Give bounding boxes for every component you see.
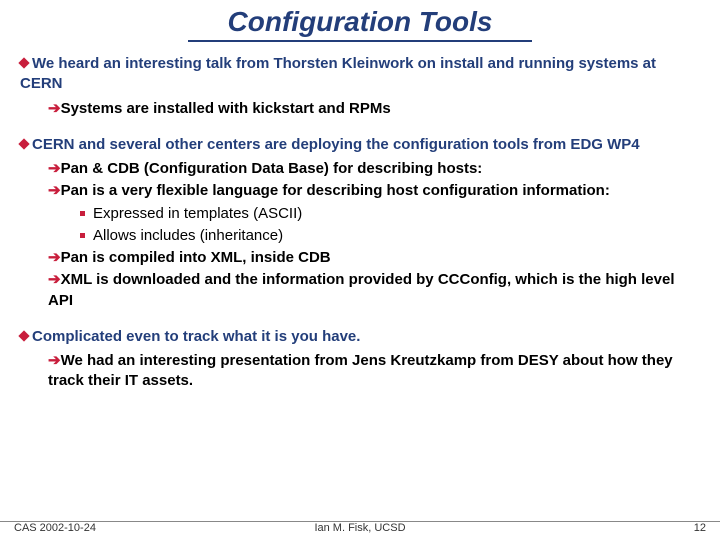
bullet-3-text: Complicated even to track what it is you… [32, 328, 360, 345]
subbullet-3-1: ➔We had an interesting presentation from… [20, 351, 700, 392]
block-2: CERN and several other centers are deplo… [20, 135, 700, 311]
diamond-icon [18, 138, 29, 149]
subbullet-2-2-text: Pan is a very flexible language for desc… [61, 182, 610, 199]
arrow-icon: ➔ [48, 160, 61, 177]
subbullet-2-1: ➔Pan & CDB (Configuration Data Base) for… [20, 159, 700, 179]
footer: CAS 2002-10-24 Ian M. Fisk, UCSD 12 [0, 521, 720, 534]
subbullet-2-2: ➔Pan is a very flexible language for des… [20, 181, 700, 201]
subbullet-2-1-text: Pan & CDB (Configuration Data Base) for … [61, 160, 483, 177]
subbullet-2-4: ➔XML is downloaded and the information p… [20, 270, 700, 311]
subbullet-2-3: ➔Pan is compiled into XML, inside CDB [20, 248, 700, 268]
bullet-3: Complicated even to track what it is you… [20, 327, 700, 347]
block-3: Complicated even to track what it is you… [20, 327, 700, 392]
subbullet-1-1: ➔Systems are installed with kickstart an… [20, 99, 700, 119]
diamond-icon [18, 57, 29, 68]
slide-body: We heard an interesting talk from Thorst… [0, 44, 720, 392]
square-icon [80, 211, 85, 216]
bullet-2: CERN and several other centers are deplo… [20, 135, 700, 155]
subsub-2-2a-text: Expressed in templates (ASCII) [93, 205, 302, 222]
footer-center: Ian M. Fisk, UCSD [0, 522, 720, 534]
arrow-icon: ➔ [48, 249, 61, 266]
subbullet-2-3-text: Pan is compiled into XML, inside CDB [61, 249, 331, 266]
diamond-icon [18, 330, 29, 341]
title-bar: Configuration Tools [0, 0, 720, 44]
square-icon [80, 233, 85, 238]
subbullet-2-4-text: XML is downloaded and the information pr… [48, 271, 675, 308]
bullet-2-text: CERN and several other centers are deplo… [32, 136, 640, 153]
arrow-icon: ➔ [48, 271, 61, 288]
block-1: We heard an interesting talk from Thorst… [20, 54, 700, 119]
subbullet-3-1-text: We had an interesting presentation from … [48, 352, 673, 389]
subbullet-1-1-text: Systems are installed with kickstart and… [61, 100, 391, 117]
bullet-1-text: We heard an interesting talk from Thorst… [20, 55, 656, 92]
arrow-icon: ➔ [48, 352, 61, 369]
subsub-2-2b: Allows includes (inheritance) [20, 226, 700, 246]
page-title: Configuration Tools [188, 6, 533, 42]
subsub-2-2a: Expressed in templates (ASCII) [20, 204, 700, 224]
arrow-icon: ➔ [48, 100, 61, 117]
subsub-2-2b-text: Allows includes (inheritance) [93, 227, 283, 244]
arrow-icon: ➔ [48, 182, 61, 199]
bullet-1: We heard an interesting talk from Thorst… [20, 54, 700, 95]
